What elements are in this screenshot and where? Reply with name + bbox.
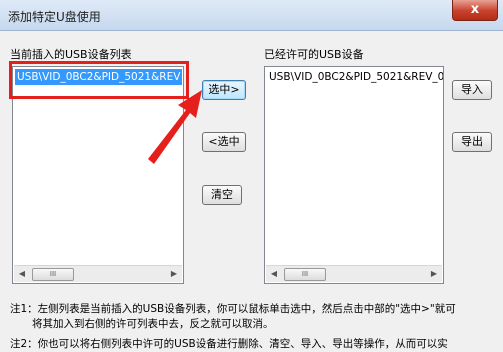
red-arrow-annotation	[148, 90, 202, 164]
list-item[interactable]: USB\VID_0BC2&PID_5021&REV_01	[267, 69, 443, 85]
window-title: 添加特定U盘使用	[8, 10, 101, 24]
scroll-left-icon[interactable]: ◀	[266, 266, 282, 282]
note-1-line-1: 注1：左侧列表是当前插入的USB设备列表，你可以鼠标单击选中，然后点击中部的"选…	[10, 303, 456, 315]
scroll-left-icon[interactable]: ◀	[14, 266, 30, 282]
note-1-line-2: 将其加入到右侧的许可列表中去，反之就可以取消。	[32, 318, 274, 330]
current-usb-list-label: 当前插入的USB设备列表	[10, 48, 132, 61]
unselect-button[interactable]: <选中	[202, 132, 246, 152]
select-button[interactable]: 选中>	[202, 80, 246, 100]
scroll-right-icon[interactable]: ▶	[166, 266, 182, 282]
allowed-usb-list-label: 已经许可的USB设备	[264, 48, 364, 61]
import-button[interactable]: 导入	[452, 80, 492, 100]
close-button[interactable]: x	[452, 0, 498, 21]
horizontal-scrollbar[interactable]: ◀ III ▶	[14, 265, 182, 282]
horizontal-scrollbar[interactable]: ◀ III ▶	[266, 265, 442, 282]
scroll-thumb[interactable]: III	[32, 268, 74, 281]
title-bar: 添加特定U盘使用 x	[0, 0, 503, 31]
allowed-usb-listbox[interactable]: USB\VID_0BC2&PID_5021&REV_01 ◀ III ▶	[264, 66, 444, 284]
note-2-line-1: 注2：你也可以将右侧列表中许可的USB设备进行删除、清空、导入、导出等操作，从而…	[10, 338, 448, 350]
scroll-thumb[interactable]: III	[284, 268, 326, 281]
scroll-right-icon[interactable]: ▶	[426, 266, 442, 282]
close-icon: x	[470, 2, 480, 17]
clear-button[interactable]: 清空	[202, 185, 242, 205]
export-button[interactable]: 导出	[452, 132, 492, 152]
